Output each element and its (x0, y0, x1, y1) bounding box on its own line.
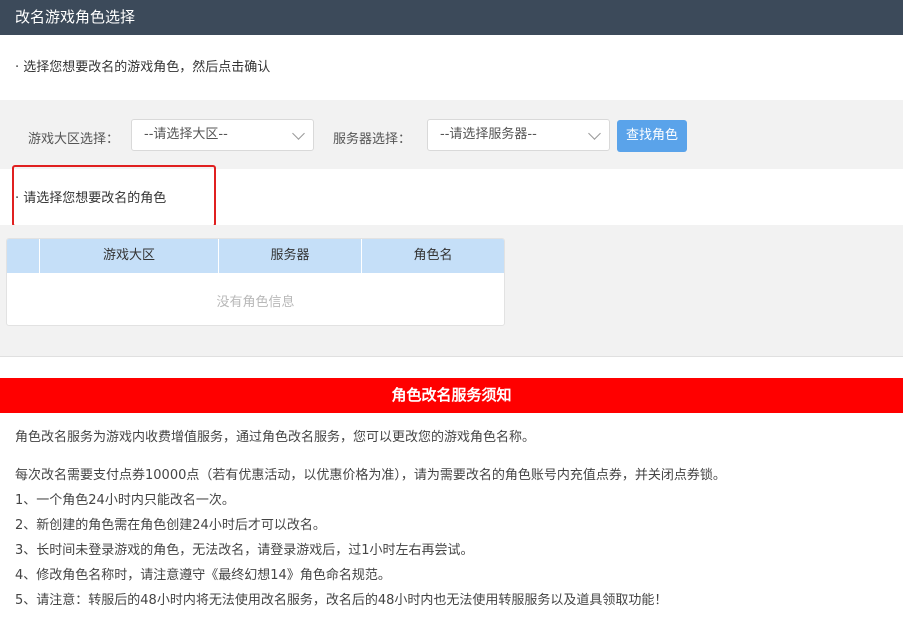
chevron-down-icon (588, 127, 601, 140)
column-header-server: 服务器 (218, 239, 361, 273)
region-select-value: --请选择大区-- (144, 127, 228, 142)
column-header-region: 游戏大区 (39, 239, 218, 273)
table-empty-message: 没有角色信息 (216, 295, 295, 310)
highlight-box (12, 165, 216, 227)
server-label: 服务器选择： (333, 132, 412, 147)
find-character-button[interactable]: 查找角色 (617, 120, 687, 152)
region-select[interactable]: --请选择大区-- (131, 119, 314, 151)
chevron-down-icon (292, 127, 305, 140)
step1-instruction: · 选择您想要改名的游戏角色，然后点击确认 (15, 60, 271, 75)
table-header: 游戏大区 服务器 角色名 (7, 239, 504, 273)
notice-rule: 2、新创建的角色需在角色创建24小时后才可以改名。 (15, 518, 326, 533)
notice-rule: 1、一个角色24小时内只能改名一次。 (15, 493, 235, 508)
page-title: 改名游戏角色选择 (0, 0, 903, 35)
notice-rule: 5、请注意：转服后的48小时内将无法使用改名服务，改名后的48小时内也无法使用转… (15, 593, 668, 608)
notice-intro: 角色改名服务为游戏内收费增值服务，通过角色改名服务，您可以更改您的游戏角色名称。 (15, 430, 536, 445)
table-header-select (7, 239, 39, 273)
character-table: 游戏大区 服务器 角色名 没有角色信息 (6, 238, 505, 326)
column-header-character: 角色名 (361, 239, 504, 273)
notice-fee: 每次改名需要支付点券10000点（若有优惠活动，以优惠价格为准），请为需要改名的… (15, 468, 726, 483)
notice-rule: 4、修改角色名称时，请注意遵守《最终幻想14》角色命名规范。 (15, 568, 391, 583)
server-select-value: --请选择服务器-- (440, 127, 537, 142)
region-label: 游戏大区选择： (28, 132, 120, 147)
notice-title: 角色改名服务须知 (0, 378, 903, 413)
notice-rule: 3、长时间未登录游戏的角色，无法改名，请登录游戏后，过1小时左右再尝试。 (15, 543, 474, 558)
server-select[interactable]: --请选择服务器-- (427, 119, 610, 151)
